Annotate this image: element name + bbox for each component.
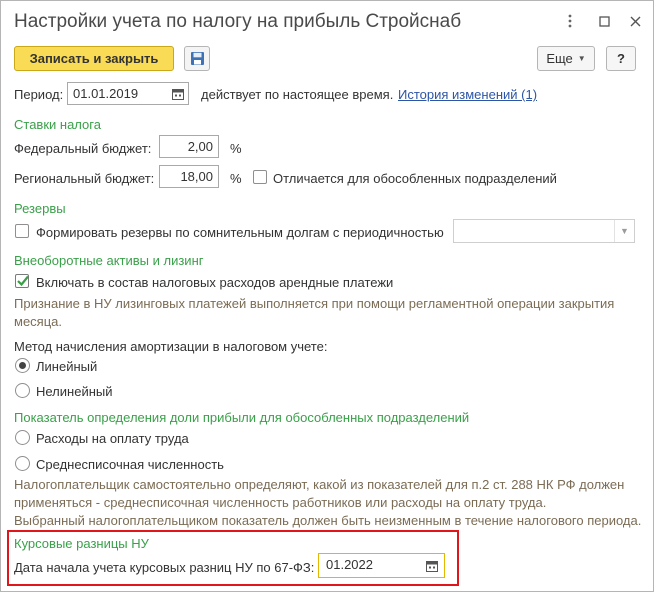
profit-share-note-line2: применяться - среднесписочная численност… [14,495,547,510]
form-reserves-checkbox[interactable] [15,224,29,238]
lease-note-line2: месяца. [14,314,62,329]
fx-start-date-label: Дата начала учета курсовых разниц НУ по … [14,560,315,575]
caret-down-icon: ▼ [577,54,586,63]
profit-share-note-line1: Налогоплательщик самостоятельно определя… [14,477,625,492]
reserves-title: Резервы [14,201,66,216]
separate-units-checkbox[interactable] [253,170,267,184]
lease-note-line1: Признание в НУ лизинговых платежей выпол… [14,296,615,311]
fixed-assets-title: Внеоборотные активы и лизинг [14,253,204,268]
maximize-icon[interactable] [593,10,615,32]
profit-share-title: Показатель определения доли прибыли для … [14,410,470,425]
include-lease-label: Включать в состав налоговых расходов аре… [36,275,394,290]
periodicity-select[interactable]: ▼ [453,219,635,243]
more-button-label: Еще [546,51,573,66]
history-link[interactable]: История изменений (1) [398,87,537,102]
federal-budget-input[interactable]: 2,00 [159,135,219,158]
save-button[interactable] [184,46,210,71]
form-reserves-label: Формировать резервы по сомнительным долг… [36,225,444,240]
tax-rates-title: Ставки налога [14,117,101,132]
calendar-icon[interactable] [421,554,443,577]
labor-costs-label: Расходы на оплату труда [36,431,189,446]
help-button[interactable]: ? [606,46,636,71]
period-status: действует по настоящее время. [201,87,394,102]
regional-budget-input[interactable]: 18,00 [159,165,219,188]
nonlinear-label: Нелинейный [36,384,113,399]
floppy-disk-icon [190,52,204,65]
include-lease-checkbox[interactable] [15,274,29,288]
settings-window: Настройки учета по налогу на прибыль Стр… [0,0,654,592]
linear-label: Линейный [36,359,98,374]
federal-budget-label: Федеральный бюджет: [14,141,152,156]
percent-sign: % [230,171,242,186]
more-button[interactable]: Еще ▼ [537,46,595,71]
labor-costs-radio[interactable] [15,430,30,445]
more-vertical-icon[interactable] [559,10,581,32]
depreciation-method-label: Метод начисления амортизации в налоговом… [14,339,328,354]
window-title: Настройки учета по налогу на прибыль Стр… [14,11,462,32]
checkmark-icon [17,275,29,287]
close-icon[interactable] [624,10,646,32]
profit-share-note-line3: Выбранный налогоплательщиком показатель … [14,513,642,528]
write-and-close-button[interactable]: Записать и закрыть [14,46,174,71]
avg-headcount-label: Среднесписочная численность [36,457,224,472]
period-label: Период: [14,87,64,102]
regional-budget-label: Региональный бюджет: [14,171,155,186]
linear-radio[interactable] [15,358,30,373]
percent-sign: % [230,141,242,156]
avg-headcount-radio[interactable] [15,456,30,471]
separate-units-label: Отличается для обособленных подразделени… [273,171,557,186]
nonlinear-radio[interactable] [15,383,30,398]
chevron-down-icon[interactable]: ▼ [614,220,634,242]
calendar-icon[interactable] [167,82,189,105]
fx-diff-title: Курсовые разницы НУ [14,536,149,551]
